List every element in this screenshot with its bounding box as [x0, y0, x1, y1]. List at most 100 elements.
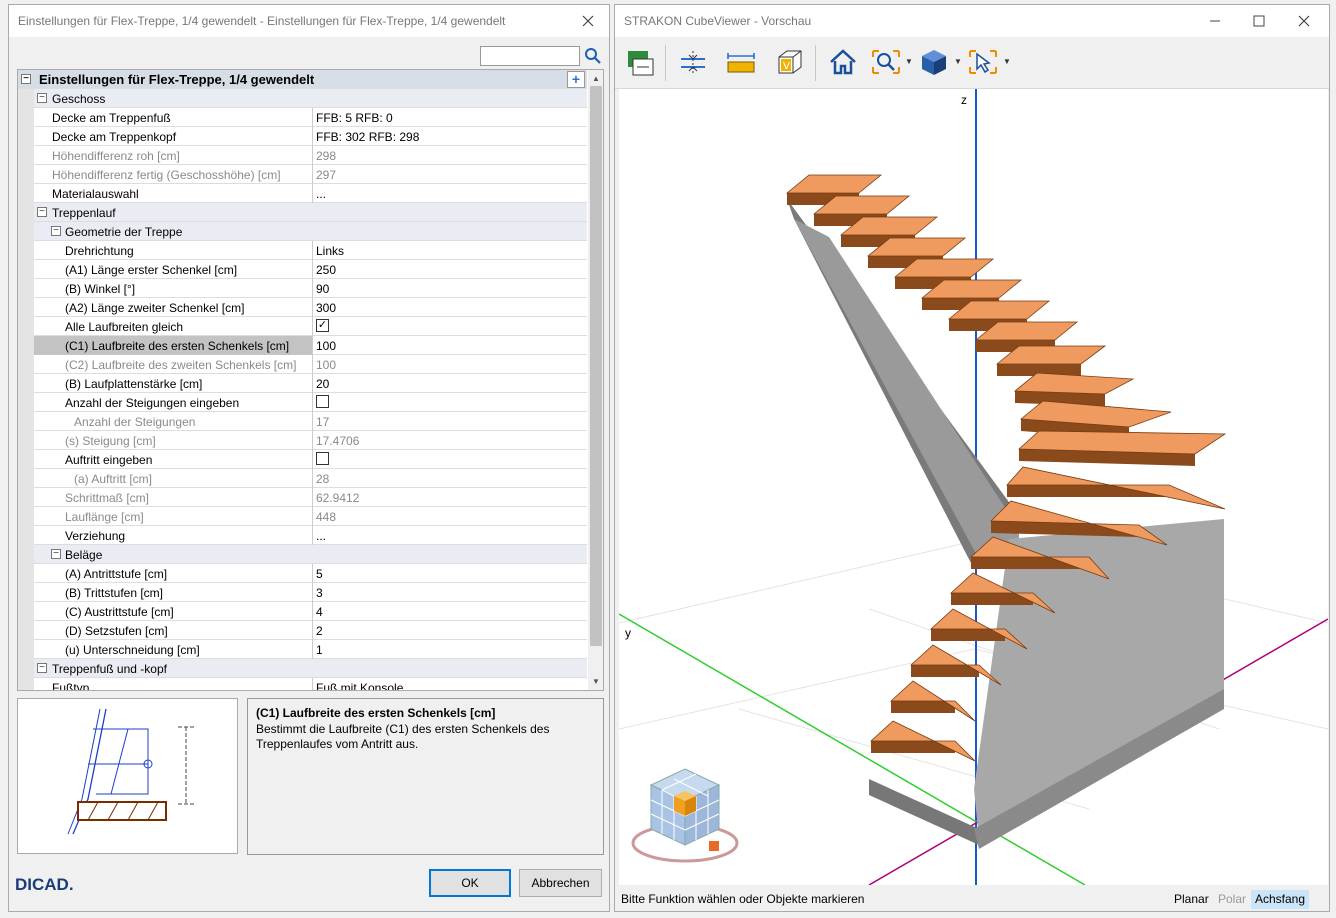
property-row[interactable]: (C1) Laufbreite des ersten Schenkels [cm… — [18, 336, 587, 355]
property-checkbox[interactable]: ✓ — [316, 319, 329, 332]
minimize-button[interactable] — [1192, 5, 1238, 37]
select-dropdown-icon[interactable]: ▼ — [1003, 57, 1011, 66]
category-row[interactable]: − Treppenfuß und -kopf — [18, 659, 587, 678]
property-row[interactable]: Schrittmaß [cm] 62.9412 — [18, 488, 587, 507]
measure-button[interactable] — [725, 45, 757, 79]
property-row[interactable]: (D) Setzstufen [cm] 2 — [18, 621, 587, 640]
property-value[interactable]: Fuß mit Konsole — [316, 681, 403, 690]
property-row[interactable]: Drehrichtung Links — [18, 241, 587, 260]
category-row[interactable]: − Geometrie der Treppe — [18, 222, 587, 241]
property-value[interactable]: 90 — [316, 282, 329, 296]
section-button[interactable] — [677, 45, 709, 79]
scroll-down-icon[interactable]: ▼ — [592, 677, 600, 686]
property-value[interactable]: 28 — [316, 472, 329, 486]
property-value[interactable]: 448 — [316, 510, 336, 524]
property-row[interactable]: (C2) Laufbreite des zweiten Schenkels [c… — [18, 355, 587, 374]
property-row[interactable]: Fußtyp Fuß mit Konsole — [18, 678, 587, 690]
view-box-button[interactable]: V — [773, 45, 805, 79]
property-value[interactable]: 2 — [316, 624, 323, 638]
scrollbar-thumb[interactable] — [590, 86, 602, 646]
category-row[interactable]: − Geschoss — [18, 89, 587, 108]
property-row[interactable]: Lauflänge [cm] 448 — [18, 507, 587, 526]
property-row[interactable]: Decke am Treppenkopf FFB: 302 RFB: 298 — [18, 127, 587, 146]
property-row[interactable]: (B) Winkel [°] 90 — [18, 279, 587, 298]
property-row[interactable]: Höhendifferenz fertig (Geschosshöhe) [cm… — [18, 165, 587, 184]
property-value[interactable]: 298 — [316, 149, 336, 163]
export-button[interactable] — [625, 45, 657, 79]
property-row[interactable]: Verziehung... — [18, 526, 587, 545]
stair-tread[interactable] — [889, 680, 976, 722]
collapse-icon[interactable]: − — [51, 226, 61, 236]
property-value[interactable]: 297 — [316, 168, 336, 182]
category-row[interactable]: − Beläge — [18, 545, 587, 564]
category-row[interactable]: − Treppenlauf — [18, 203, 587, 222]
property-value[interactable]: 5 — [316, 567, 323, 581]
collapse-icon[interactable]: − — [51, 549, 61, 559]
property-value[interactable]: ... — [316, 529, 326, 543]
grid-root-row[interactable]: − Einstellungen für Flex-Treppe, 1/4 gew… — [18, 70, 587, 89]
property-value[interactable]: ... — [316, 187, 326, 201]
ok-button[interactable]: OK — [429, 869, 511, 897]
zoom-dropdown-icon[interactable]: ▼ — [905, 57, 913, 66]
navigation-cube[interactable] — [629, 759, 741, 869]
property-row[interactable]: Anzahl der Steigungen eingeben — [18, 393, 587, 412]
cancel-button[interactable]: Abbrechen — [519, 869, 602, 897]
property-value[interactable]: FFB: 302 RFB: 298 — [316, 130, 419, 144]
property-value[interactable]: 300 — [316, 301, 336, 315]
property-value[interactable]: 62.9412 — [316, 491, 359, 505]
property-row[interactable]: Alle Laufbreiten gleich ✓ — [18, 317, 587, 336]
vertical-scrollbar[interactable]: ▲ ▼ — [588, 70, 603, 690]
zoom-button[interactable] — [870, 45, 902, 79]
property-row[interactable]: (A) Antrittstufe [cm] 5 — [18, 564, 587, 583]
property-row[interactable]: (B) Laufplattenstärke [cm] 20 — [18, 374, 587, 393]
property-row[interactable]: (A1) Länge erster Schenkel [cm] 250 — [18, 260, 587, 279]
select-button[interactable] — [967, 45, 999, 79]
property-row[interactable]: (a) Auftritt [cm] 28 — [18, 469, 587, 488]
home-button[interactable] — [827, 45, 859, 79]
property-value[interactable]: 100 — [316, 358, 336, 372]
property-checkbox[interactable] — [316, 395, 329, 408]
collapse-icon[interactable]: − — [37, 207, 47, 217]
property-row[interactable]: Decke am Treppenfuß FFB: 5 RFB: 0 — [18, 108, 587, 127]
scroll-up-icon[interactable]: ▲ — [592, 74, 600, 83]
property-row[interactable]: Anzahl der Steigungen 17 — [18, 412, 587, 431]
property-row[interactable]: Höhendifferenz roh [cm] 298 — [18, 146, 587, 165]
property-row[interactable]: (B) Trittstufen [cm] 3 — [18, 583, 587, 602]
close-button[interactable] — [1281, 5, 1327, 37]
property-row[interactable]: Materialauswahl... — [18, 184, 587, 203]
search-button[interactable] — [584, 47, 602, 65]
collapse-icon[interactable]: − — [21, 74, 31, 84]
property-checkbox[interactable] — [316, 452, 329, 465]
property-value[interactable]: 17 — [316, 415, 329, 429]
collapse-icon[interactable]: − — [37, 663, 47, 673]
property-row[interactable]: (u) Unterschneidung [cm] 1 — [18, 640, 587, 659]
mode-achsfang[interactable]: Achsfang — [1251, 890, 1310, 909]
collapse-icon[interactable]: − — [37, 93, 47, 103]
property-value[interactable]: 4 — [316, 605, 323, 619]
property-value[interactable]: Links — [316, 244, 344, 258]
stair-tread[interactable] — [909, 644, 1002, 686]
maximize-button[interactable] — [1236, 5, 1282, 37]
property-value[interactable]: 100 — [316, 339, 336, 353]
property-value[interactable]: 20 — [316, 377, 329, 391]
property-value[interactable]: 17.4706 — [316, 434, 359, 448]
property-value[interactable]: 250 — [316, 263, 336, 277]
stair-tread[interactable] — [1013, 372, 1135, 395]
property-row[interactable]: (s) Steigung [cm] 17.4706 — [18, 431, 587, 450]
property-value[interactable]: 1 — [316, 643, 323, 657]
add-button[interactable]: + — [567, 71, 585, 88]
property-row[interactable]: (C) Austrittstufe [cm] 4 — [18, 602, 587, 621]
render-dropdown-icon[interactable]: ▼ — [954, 57, 962, 66]
stair-tread[interactable] — [869, 720, 976, 762]
property-row[interactable]: (A2) Länge zweiter Schenkel [cm] 300 — [18, 298, 587, 317]
render-mode-button[interactable] — [918, 45, 950, 79]
3d-viewport[interactable]: z y — [619, 89, 1328, 885]
property-value[interactable]: FFB: 5 RFB: 0 — [316, 111, 393, 125]
mode-planar[interactable]: Planar — [1170, 890, 1213, 909]
property-row[interactable]: Auftritt eingeben — [18, 450, 587, 469]
stair-tread[interactable] — [785, 174, 883, 194]
mode-polar[interactable]: Polar — [1214, 890, 1250, 909]
close-button[interactable] — [565, 5, 609, 37]
property-value[interactable]: 3 — [316, 586, 323, 600]
search-input[interactable] — [480, 46, 580, 66]
